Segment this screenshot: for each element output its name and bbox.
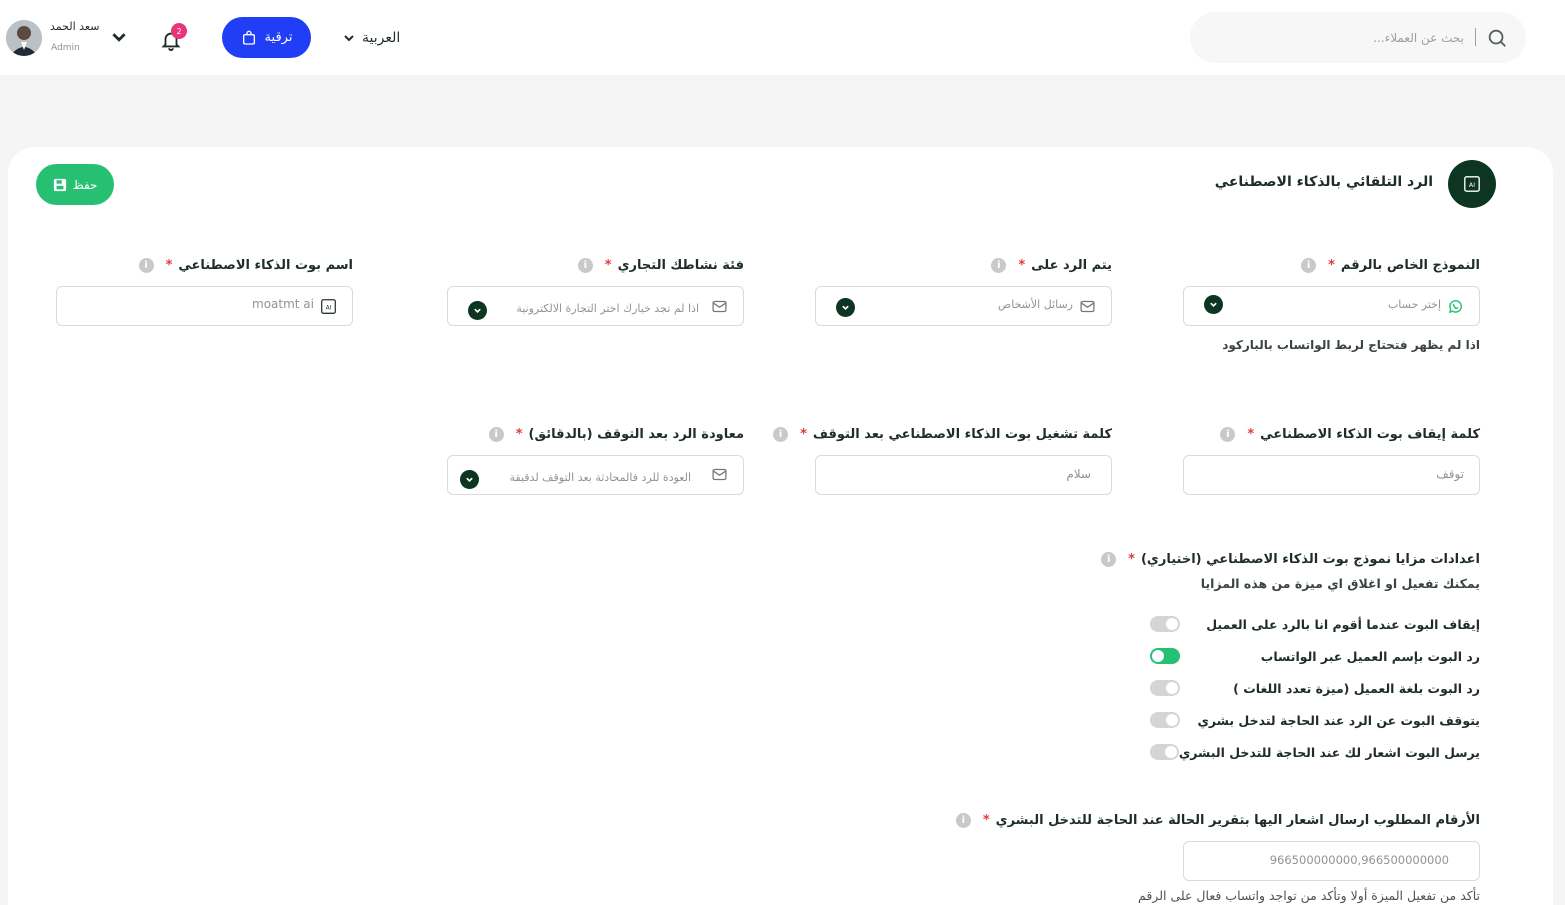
bot-name-value: moatmt ai xyxy=(252,297,314,311)
model-number-value: إختر حساب xyxy=(1387,298,1441,311)
feature-row: رد البوت بلغة العميل (ميزة تعدد اللغات ) xyxy=(1150,679,1480,697)
resume-after-value: العودة للرد فالمحادثة بعد التوقف لدقيقة xyxy=(509,471,692,484)
resume-after-select[interactable]: العودة للرد فالمحادثة بعد التوقف لدقيقة xyxy=(447,455,744,495)
info-icon[interactable]: i xyxy=(577,258,593,273)
user-role: Admin xyxy=(51,43,80,53)
business-category-label: فئة نشاطك التجاري * i xyxy=(577,258,744,273)
info-icon[interactable]: i xyxy=(773,427,789,442)
stop-word-value: توقف xyxy=(1436,467,1464,481)
restart-word-input[interactable]: سلام xyxy=(815,455,1112,495)
search-separator xyxy=(1475,28,1476,46)
chevron-down-icon[interactable] xyxy=(836,298,855,317)
stop-word-label: كلمة إيقاف بوت الذكاء الاصطناعي * i xyxy=(1220,427,1480,442)
mail-icon xyxy=(712,300,727,313)
search-icon[interactable] xyxy=(1486,27,1508,49)
info-icon[interactable]: i xyxy=(138,258,154,273)
feature-row: إيقاف البوت عندما أقوم انا بالرد على الع… xyxy=(1150,615,1480,633)
feature-row: يتوقف البوت عن الرد عند الحاجة لتدخل بشر… xyxy=(1150,711,1480,729)
business-category-value: اذا لم تجد خيارك اختر التجارة الالكتروني… xyxy=(516,302,699,315)
features-title: اعدادات مزايا نموذج بوت الذكاء الاصطناعي… xyxy=(1101,552,1480,567)
feature-toggle[interactable] xyxy=(1150,648,1180,664)
notify-numbers-input[interactable]: 966500000000,966500000000 xyxy=(1183,841,1480,881)
feature-toggle[interactable] xyxy=(1150,616,1180,632)
business-category-select[interactable]: اذا لم تجد خيارك اختر التجارة الالكتروني… xyxy=(447,286,744,326)
ai-icon: AI xyxy=(320,298,337,315)
feature-toggle[interactable] xyxy=(1150,744,1179,760)
feature-toggle[interactable] xyxy=(1150,712,1180,728)
notify-numbers-label: الأرقام المطلوب ارسال اشعار اليها بتقرير… xyxy=(955,813,1480,828)
search-input[interactable] xyxy=(1224,24,1464,51)
model-number-label: النموذج الخاص بالرقم * i xyxy=(1301,258,1480,273)
reply-to-label: يتم الرد على * i xyxy=(991,258,1112,273)
save-button[interactable]: حفظ xyxy=(36,164,114,205)
bot-name-label: اسم بوت الذكاء الاصطناعي * i xyxy=(138,258,353,273)
chevron-down-icon[interactable] xyxy=(1204,295,1223,314)
info-icon[interactable]: i xyxy=(1220,427,1236,442)
chevron-down-icon[interactable] xyxy=(460,470,479,489)
feature-row: يرسل البوت اشعار لك عند الحاجة للتدخل ال… xyxy=(1150,743,1480,761)
stop-word-input[interactable]: توقف xyxy=(1183,455,1480,495)
svg-text:AI: AI xyxy=(326,304,332,311)
language-selector[interactable]: العربية xyxy=(344,26,400,50)
model-number-hint: اذا لم يظهر فتحتاج لربط الواتساب بالبارك… xyxy=(1222,338,1480,352)
save-label: حفظ xyxy=(72,177,98,192)
mail-icon xyxy=(712,468,727,481)
features-subtitle: يمكنك تفعيل او اغلاق اي ميزة من هذه المز… xyxy=(1200,576,1480,591)
info-icon[interactable]: i xyxy=(955,813,971,828)
feature-toggle[interactable] xyxy=(1150,680,1180,696)
chevron-down-icon[interactable] xyxy=(468,301,487,320)
model-number-select[interactable]: إختر حساب xyxy=(1183,286,1480,326)
reply-to-select[interactable]: رسائل الأشخاص xyxy=(815,286,1112,326)
user-name: سعد الحمد xyxy=(50,20,100,33)
save-icon xyxy=(53,178,66,191)
chevron-down-icon xyxy=(344,35,354,42)
language-label: العربية xyxy=(362,30,401,46)
shopping-bag-icon xyxy=(242,30,255,45)
mail-icon xyxy=(1080,300,1095,313)
upgrade-label: ترقية xyxy=(264,30,293,45)
notify-numbers-value: 966500000000,966500000000 xyxy=(1269,853,1449,867)
notification-badge: 2 xyxy=(171,23,187,39)
bot-name-input[interactable]: AI moatmt ai xyxy=(56,286,353,326)
notify-numbers-hint: تأكد من تفعيل الميزة أولا وتأكد من تواجد… xyxy=(1138,888,1480,903)
resume-after-label: معاودة الرد بعد التوقف (بالدقائق) * i xyxy=(488,427,744,442)
user-menu-chevron-icon[interactable] xyxy=(112,30,126,44)
info-icon[interactable]: i xyxy=(1101,552,1117,567)
whatsapp-icon xyxy=(1448,300,1462,314)
ai-badge-icon: AI xyxy=(1448,160,1496,208)
feature-row: رد البوت بإسم العميل عبر الواتساب xyxy=(1150,647,1480,665)
info-icon[interactable]: i xyxy=(488,427,504,442)
avatar[interactable] xyxy=(6,20,42,56)
search-bar[interactable] xyxy=(1190,12,1526,63)
restart-word-value: سلام xyxy=(1066,467,1091,481)
svg-text:AI: AI xyxy=(1469,182,1475,189)
restart-word-label: كلمة تشغيل بوت الذكاء الاصطناعي بعد التو… xyxy=(773,427,1112,442)
page-title: الرد التلقائي بالذكاء الاصطناعي xyxy=(1214,174,1433,190)
upgrade-button[interactable]: ترقية xyxy=(222,17,311,58)
info-icon[interactable]: i xyxy=(1301,258,1317,273)
info-icon[interactable]: i xyxy=(991,258,1007,273)
reply-to-value: رسائل الأشخاص xyxy=(997,298,1073,311)
